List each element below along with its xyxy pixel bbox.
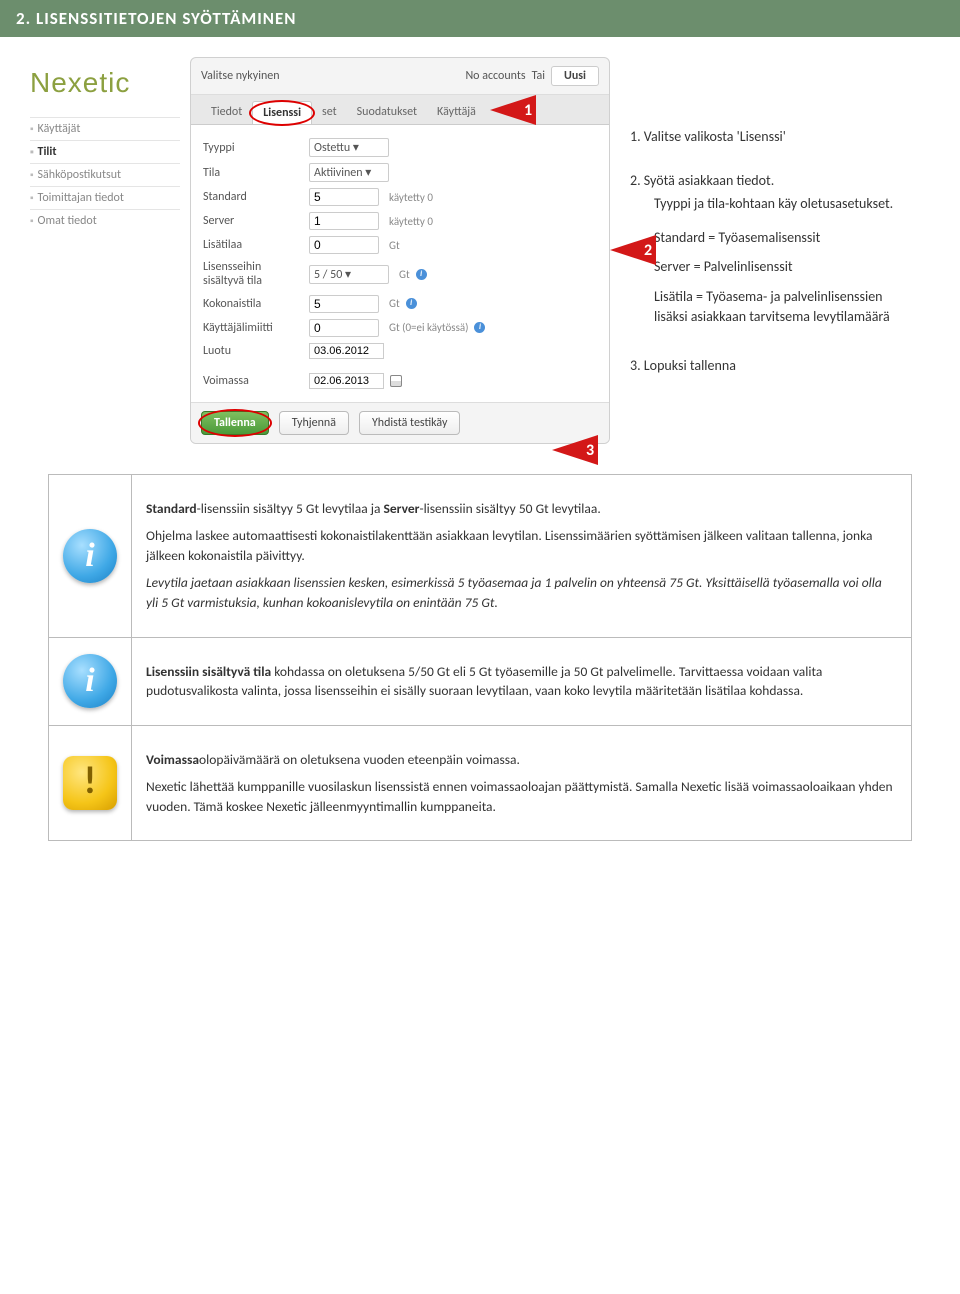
tab-kayttaja[interactable]: Käyttäjä xyxy=(427,101,486,124)
sidebar-item-toimittajan[interactable]: Toimittajan tiedot xyxy=(30,186,180,209)
yhdista-button[interactable]: Yhdistä testikäy xyxy=(359,411,460,435)
panel-top-bar: Valitse nykyinen No accounts Tai Uusi xyxy=(191,58,609,95)
standard-input[interactable] xyxy=(309,188,379,206)
calendar-icon[interactable] xyxy=(390,375,402,387)
lisensseihin-note: Gt xyxy=(399,268,410,281)
svg-text:3: 3 xyxy=(586,441,594,460)
kokonaistila-label: Kokonaistila xyxy=(203,297,303,311)
info-icon[interactable]: i xyxy=(406,298,417,309)
step-1-text: 1. Valitse valikosta 'Lisenssi' xyxy=(630,127,900,147)
info-icon: i xyxy=(63,654,117,708)
sidebar-item-omat[interactable]: Omat tiedot xyxy=(30,209,180,232)
voimassa-label: Voimassa xyxy=(203,374,303,388)
info-box-3: Voimassaolopäivämäärä on oletuksena vuod… xyxy=(132,725,912,841)
info-icon: i xyxy=(63,529,117,583)
tila-select[interactable]: Aktiivinen ▾ xyxy=(309,163,389,182)
kayttajalimitti-note: Gt (0=ei käytössä) xyxy=(389,321,468,334)
lisatilaa-label: Lisätilaa xyxy=(203,238,303,252)
info-box-2: Lisenssiin sisältyvä tila kohdassa on ol… xyxy=(132,637,912,725)
kokonaistila-input[interactable] xyxy=(309,295,379,313)
logo: Nexetic xyxy=(30,67,180,99)
tab-tiedot[interactable]: Tiedot xyxy=(201,101,252,124)
sidebar-item-kayttajat[interactable]: Käyttäjät xyxy=(30,117,180,140)
tab-lisenssi[interactable]: Lisenssi xyxy=(252,101,312,124)
tyyppi-label: Tyyppi xyxy=(203,141,303,155)
lisensseihin-label: Lisensseihin sisältyvä tila xyxy=(203,260,303,289)
info-icon[interactable]: i xyxy=(474,322,485,333)
server-input[interactable] xyxy=(309,212,379,230)
voimassa-input[interactable] xyxy=(309,373,384,389)
standard-label: Standard xyxy=(203,190,303,204)
standard-note: käytetty 0 xyxy=(389,191,433,204)
lisatilaa-note: Gt xyxy=(389,239,400,252)
section-header: 2. LISENSSITIETOJEN SYÖTTÄMINEN xyxy=(0,0,960,37)
warning-icon: ! xyxy=(63,756,117,810)
server-label: Server xyxy=(203,214,303,228)
kokonaistila-note: Gt xyxy=(389,297,400,310)
kayttajalimitti-input[interactable] xyxy=(309,319,379,337)
sidebar: Nexetic Käyttäjät Tilit Sähköpostikutsut… xyxy=(30,57,180,444)
luotu-label: Luotu xyxy=(203,344,303,358)
tab-set[interactable]: set xyxy=(312,101,347,124)
lisensseihin-select[interactable]: 5 / 50 ▾ xyxy=(309,265,389,284)
step-3-text: 3. Lopuksi tallenna xyxy=(630,356,900,376)
info-icon[interactable]: i xyxy=(416,269,427,280)
info-table: i Standard-lisenssiin sisältyy 5 Gt levy… xyxy=(48,474,912,842)
luotu-input[interactable] xyxy=(309,343,384,359)
tyyppi-select[interactable]: Ostettu ▾ xyxy=(309,138,389,157)
tyhjenna-button[interactable]: Tyhjennä xyxy=(279,411,349,435)
step-2-text: 2. Syötä asiakkaan tiedot. Tyyppi ja til… xyxy=(630,171,900,327)
form-panel: Valitse nykyinen No accounts Tai Uusi Ti… xyxy=(190,57,610,444)
sidebar-item-sahkoposti[interactable]: Sähköpostikutsut xyxy=(30,163,180,186)
tai-label: Tai xyxy=(532,69,545,83)
lisatilaa-input[interactable] xyxy=(309,236,379,254)
valitse-label: Valitse nykyinen xyxy=(201,69,280,83)
no-accounts-label: No accounts xyxy=(465,69,525,83)
kayttajalimitti-label: Käyttäjälimiitti xyxy=(203,321,303,335)
instructions: 1. Valitse valikosta 'Lisenssi' 2. Syötä… xyxy=(620,57,920,444)
uusi-button[interactable]: Uusi xyxy=(551,66,599,86)
info-box-1: Standard-lisenssiin sisältyy 5 Gt levyti… xyxy=(132,474,912,637)
sidebar-item-tilit[interactable]: Tilit xyxy=(30,140,180,163)
tab-suodatukset[interactable]: Suodatukset xyxy=(347,101,427,124)
tab-row: Tiedot Lisenssi set Suodatukset Käyttäjä xyxy=(191,95,609,125)
server-note: käytetty 0 xyxy=(389,215,433,228)
tallenna-button[interactable]: Tallenna xyxy=(201,411,269,435)
tila-label: Tila xyxy=(203,166,303,180)
